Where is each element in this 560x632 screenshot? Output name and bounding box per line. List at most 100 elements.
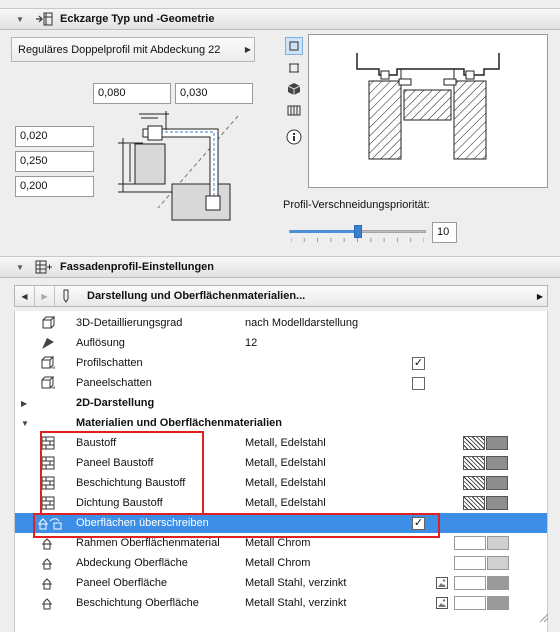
resolution-icon <box>39 335 57 351</box>
building-material-icon <box>39 475 57 491</box>
row-value[interactable]: Metall Stahl, verzinkt <box>245 597 346 609</box>
row-label: Beschichtung Oberfläche <box>76 597 199 609</box>
surface-color-swatch[interactable] <box>487 536 509 550</box>
profile-geometry-diagram <box>118 111 239 221</box>
row-value[interactable]: Metall, Edelstahl <box>245 477 326 489</box>
list-item-seal-baustoff[interactable]: Dichtung Baustoff Metall, Edelstahl <box>15 493 547 513</box>
surface-swatch[interactable] <box>454 596 486 610</box>
3d-view-icon[interactable] <box>285 80 303 98</box>
surface-color-swatch[interactable] <box>487 596 509 610</box>
list-item-baustoff[interactable]: Baustoff Metall, Edelstahl <box>15 433 547 453</box>
row-value[interactable]: Metall, Edelstahl <box>245 437 326 449</box>
prev-page-button[interactable]: ◀ <box>15 286 35 306</box>
settings-page-navigator: ◀ ▶ Darstellung und Oberflächenmateriali… <box>14 285 548 307</box>
surface-color-swatch[interactable] <box>487 556 509 570</box>
collapse-triangle-icon[interactable]: ▼ <box>16 263 26 272</box>
row-label: Paneel Oberfläche <box>76 577 168 589</box>
shadow-cube-icon <box>39 355 57 371</box>
paint-bucket-icon <box>39 535 57 551</box>
hatch-swatch[interactable] <box>463 436 485 450</box>
row-label: Oberflächen überschreiben <box>76 517 209 529</box>
depth-input-3[interactable]: 0,200 <box>15 176 94 197</box>
color-swatch[interactable] <box>486 476 508 490</box>
geometry-section-header[interactable]: ▼ Eckzarge Typ und -Geometrie <box>0 8 560 30</box>
row-label: Rahmen Oberflächenmaterial <box>76 537 220 549</box>
color-swatch[interactable] <box>486 496 508 510</box>
row-label: Abdeckung Oberfläche <box>76 557 188 569</box>
section-title: Fassadenprofil-Einstellungen <box>60 261 215 273</box>
row-value[interactable]: 12 <box>245 337 257 349</box>
profile-preview <box>308 34 548 188</box>
color-swatch[interactable] <box>486 456 508 470</box>
row-label: Baustoff <box>76 437 117 449</box>
collapse-triangle-icon[interactable]: ▼ <box>21 419 29 428</box>
expand-triangle-icon[interactable]: ▶ <box>21 399 27 408</box>
hatch-swatch[interactable] <box>463 456 485 470</box>
surface-swatch[interactable] <box>454 576 486 590</box>
row-value[interactable]: nach Modelldarstellung <box>245 317 358 329</box>
list-item-panel-shadow[interactable]: Paneelschatten <box>15 373 547 393</box>
hatch-swatch[interactable] <box>463 476 485 490</box>
library-view-icon[interactable] <box>285 101 303 119</box>
row-value[interactable]: Metall Chrom <box>245 537 310 549</box>
width-input-2[interactable]: 0,030 <box>175 83 253 104</box>
surface-swatch[interactable] <box>454 536 486 550</box>
list-item-panel-baustoff[interactable]: Paneel Baustoff Metall, Edelstahl <box>15 453 547 473</box>
chevron-right-icon[interactable]: ▶ <box>533 292 547 301</box>
row-label: Dichtung Baustoff <box>76 497 163 509</box>
facade-section-header[interactable]: ▼ Fassadenprofil-Einstellungen <box>0 256 560 278</box>
override-surfaces-checkbox[interactable]: ✓ <box>412 516 425 530</box>
row-value[interactable]: Metall Stahl, verzinkt <box>245 577 346 589</box>
row-value[interactable]: Metall Chrom <box>245 557 310 569</box>
hatch-swatch[interactable] <box>463 496 485 510</box>
collapse-triangle-icon[interactable]: ▼ <box>16 15 26 24</box>
paint-bucket-icon <box>39 575 57 591</box>
slider-ticks <box>291 238 424 242</box>
group-materials[interactable]: ▼ Materialien und Oberflächenmaterialien <box>15 413 547 433</box>
building-material-icon <box>39 455 57 471</box>
width-input-1[interactable]: 0,080 <box>93 83 171 104</box>
priority-slider-thumb[interactable] <box>354 225 362 238</box>
color-swatch[interactable] <box>486 436 508 450</box>
row-value[interactable]: Metall, Edelstahl <box>245 457 326 469</box>
row-label: Profilschatten <box>76 357 143 369</box>
row-label: Paneelschatten <box>76 377 152 389</box>
section-view-icon[interactable] <box>285 58 303 76</box>
profile-shadow-checkbox[interactable]: ✓ <box>412 356 425 370</box>
page-title: Darstellung und Oberflächenmaterialien..… <box>87 290 306 302</box>
profile-type-dropdown[interactable]: Reguläres Doppelprofil mit Abdeckung 22 … <box>11 37 255 62</box>
depth-input-2[interactable]: 0,250 <box>15 151 94 172</box>
priority-slider[interactable] <box>289 225 426 238</box>
surface-swatch[interactable] <box>454 556 486 570</box>
group-2d-display[interactable]: ▶ 2D-Darstellung <box>15 393 547 413</box>
plan-view-icon[interactable] <box>285 37 303 55</box>
priority-label: Profil-Verschneidungspriorität: <box>283 199 430 211</box>
list-item-panel-surface[interactable]: Paneel Oberfläche Metall Stahl, verzinkt <box>15 573 547 593</box>
list-item-coating-baustoff[interactable]: Beschichtung Baustoff Metall, Edelstahl <box>15 473 547 493</box>
row-label: Paneel Baustoff <box>76 457 154 469</box>
surface-override-icon <box>37 515 65 531</box>
building-material-icon <box>39 495 57 511</box>
frame-corner-icon <box>34 11 54 27</box>
list-item-coating-surface[interactable]: Beschichtung Oberfläche Metall Stahl, ve… <box>15 593 547 613</box>
depth-input-1[interactable]: 0,020 <box>15 126 94 147</box>
image-icon[interactable] <box>433 595 451 611</box>
list-item-profile-shadow[interactable]: Profilschatten ✓ <box>15 353 547 373</box>
panel-shadow-checkbox[interactable] <box>412 376 425 390</box>
list-item-detail-level[interactable]: 3D-Detaillierungsgrad nach Modelldarstel… <box>15 313 547 333</box>
row-value[interactable]: Metall, Edelstahl <box>245 497 326 509</box>
list-item-resolution[interactable]: Auflösung 12 <box>15 333 547 353</box>
surface-color-swatch[interactable] <box>487 576 509 590</box>
priority-input[interactable]: 10 <box>432 222 457 243</box>
chevron-right-icon: ▶ <box>244 45 252 54</box>
section-title: Eckzarge Typ und -Geometrie <box>60 13 215 25</box>
list-item-frame-surface[interactable]: Rahmen Oberflächenmaterial Metall Chrom <box>15 533 547 553</box>
list-item-override-surfaces[interactable]: Oberflächen überschreiben ✓ <box>15 513 547 533</box>
resize-grip-icon[interactable] <box>537 611 549 623</box>
profile-type-label: Reguläres Doppelprofil mit Abdeckung 22 <box>18 43 221 56</box>
next-page-button[interactable]: ▶ <box>35 286 55 306</box>
group-label: 2D-Darstellung <box>76 397 155 409</box>
info-icon[interactable] <box>285 128 303 146</box>
list-item-cover-surface[interactable]: Abdeckung Oberfläche Metall Chrom <box>15 553 547 573</box>
image-icon[interactable] <box>433 575 451 591</box>
